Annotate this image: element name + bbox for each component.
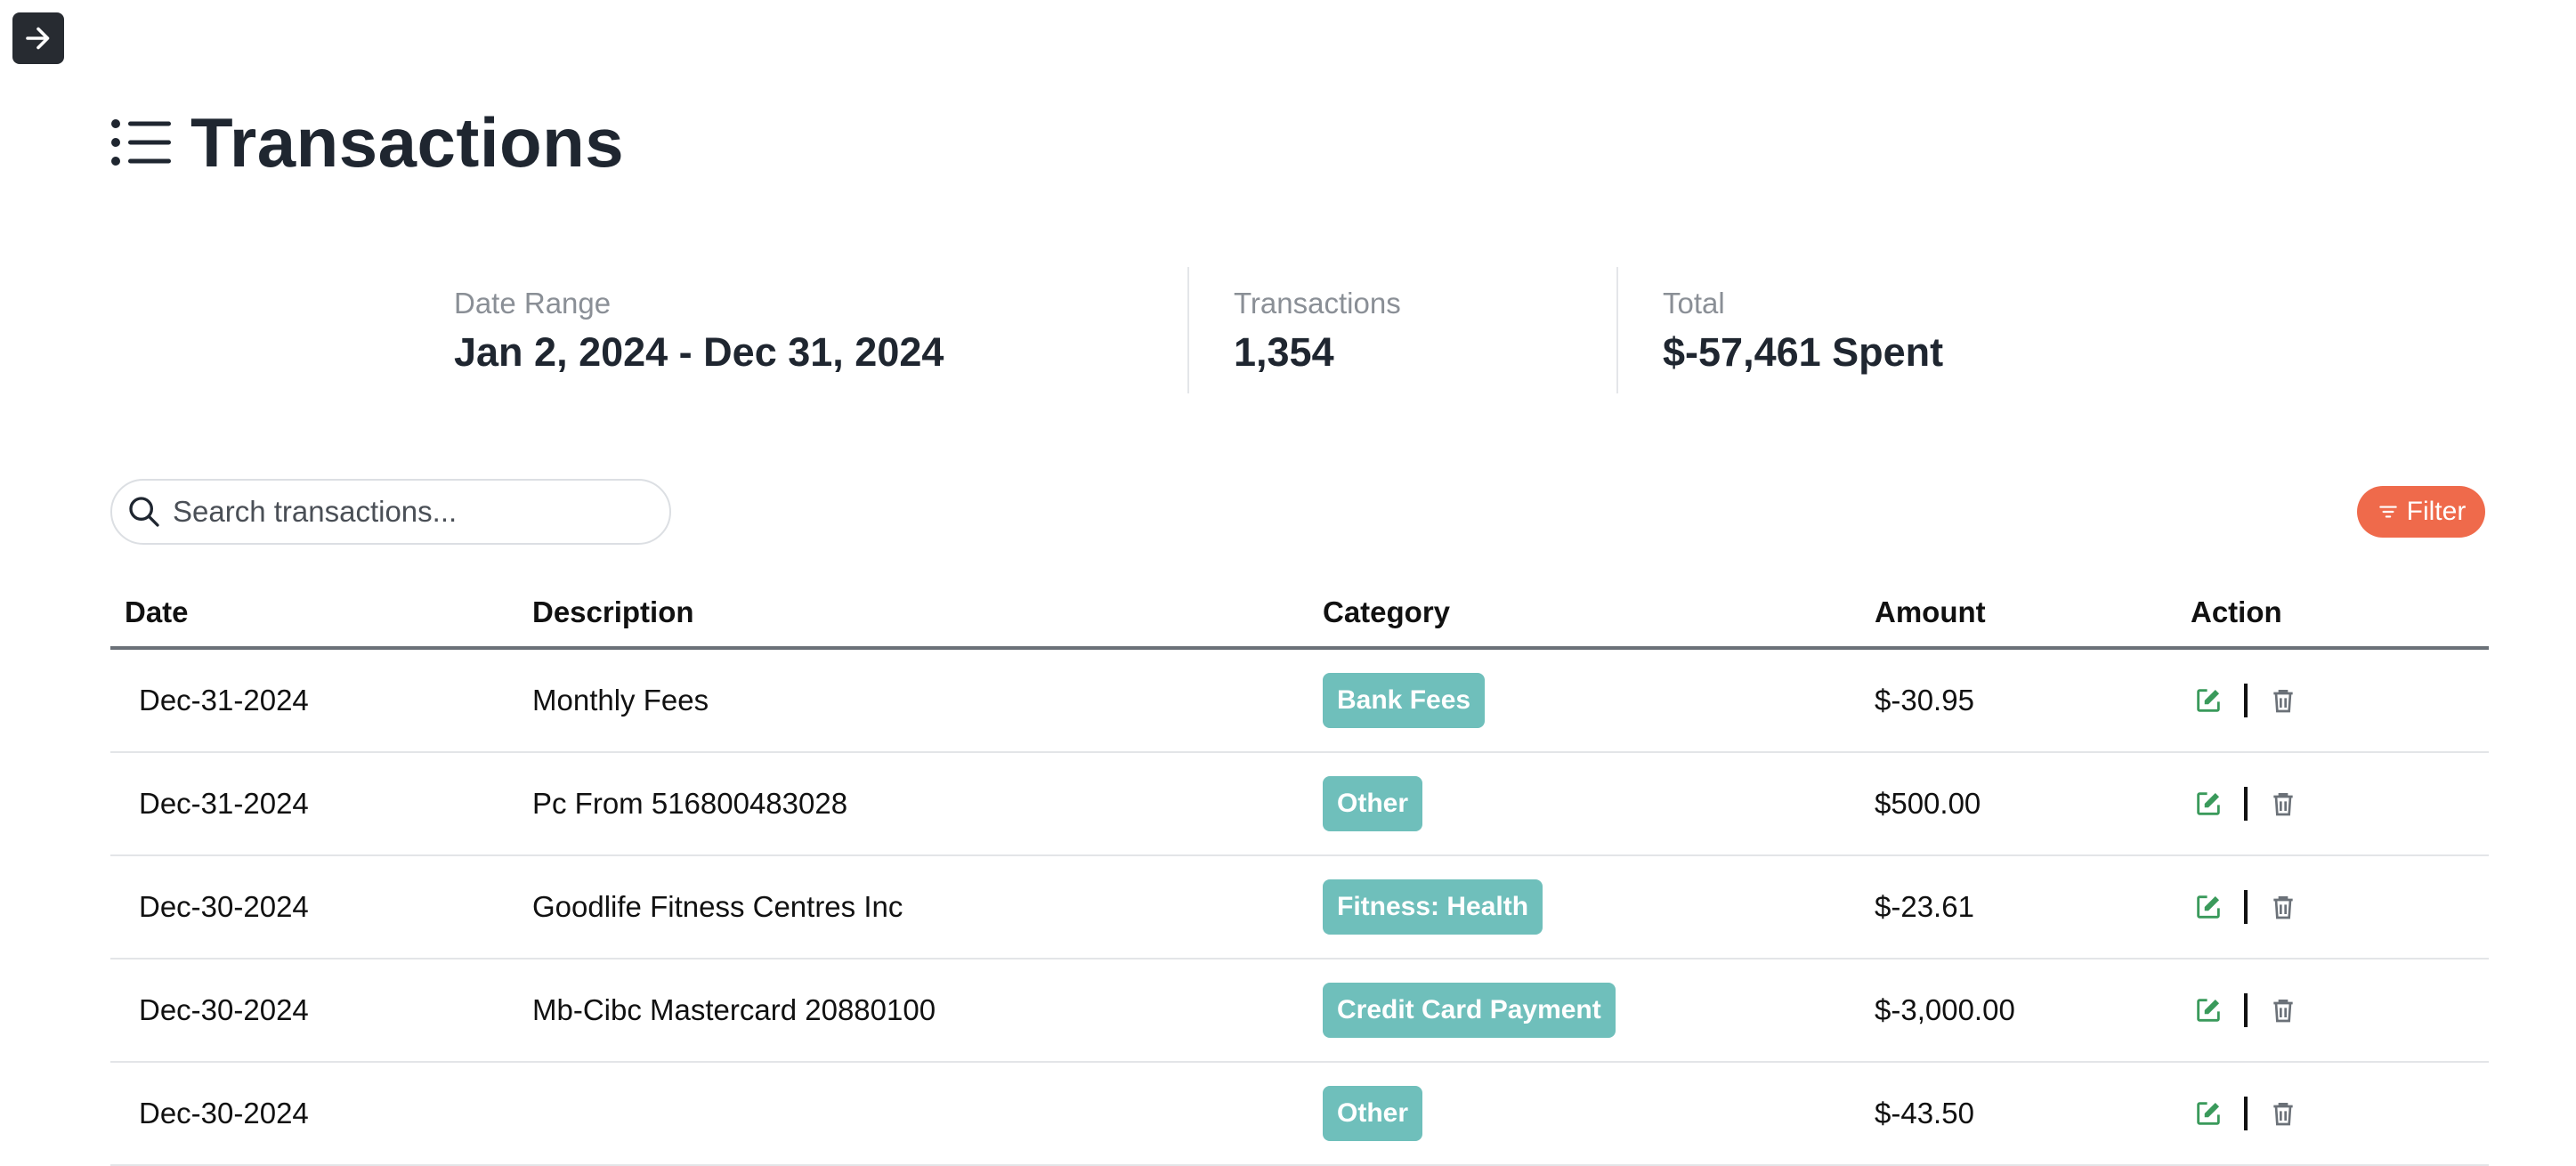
cell-action	[2191, 1062, 2489, 1166]
stat-label: Date Range	[454, 287, 612, 320]
cell-category: Other	[1323, 752, 1875, 856]
edit-icon	[2197, 999, 2220, 1022]
cell-action	[2191, 855, 2489, 960]
stat-divider	[1187, 267, 1189, 393]
cell-category: Fitness: Health	[1323, 855, 1875, 960]
cell-date: Dec-30-2024	[110, 959, 532, 1063]
cell-description: Monthly Fees	[532, 648, 1323, 753]
action-divider	[2244, 890, 2248, 924]
search-box[interactable]	[110, 479, 671, 545]
trash-icon	[2273, 896, 2293, 919]
stat-label: Total	[1663, 287, 1725, 320]
arrow-right-icon	[26, 27, 50, 50]
cell-amount: $-30.95	[1875, 648, 2191, 753]
edit-button[interactable]	[2191, 992, 2226, 1028]
stat-date-range: Date Range Jan 2, 2024 - Dec 31, 2024	[454, 267, 944, 393]
filter-label: Filter	[2406, 497, 2467, 526]
edit-icon	[2197, 1102, 2220, 1125]
table-row[interactable]: Dec-31-2024 Monthly Fees Bank Fees $-30.…	[110, 648, 2489, 753]
category-badge[interactable]: Fitness: Health	[1323, 879, 1543, 935]
delete-button[interactable]	[2265, 683, 2301, 718]
page-header: Transactions	[110, 98, 624, 187]
summary-stats: Date Range Jan 2, 2024 - Dec 31, 2024 Tr…	[110, 267, 2489, 393]
edit-button[interactable]	[2191, 1096, 2226, 1131]
cell-action	[2191, 959, 2489, 1063]
cell-date: Dec-31-2024	[110, 648, 532, 753]
action-divider	[2244, 993, 2248, 1027]
cell-action	[2191, 648, 2489, 753]
column-header-amount[interactable]: Amount	[1875, 579, 2191, 650]
trash-icon	[2273, 690, 2293, 713]
edit-button[interactable]	[2191, 683, 2226, 718]
cell-amount: $-3,000.00	[1875, 959, 2191, 1063]
cell-description: Pc From 516800483028	[532, 752, 1323, 856]
stat-total: Total $-57,461 Spent	[1663, 267, 1943, 393]
transactions-table: Date Description Category Amount Action …	[110, 579, 2489, 1166]
table-row[interactable]: Dec-30-2024 Other $-43.50	[110, 1062, 2489, 1166]
cell-description: Mb-Cibc Mastercard 20880100	[532, 959, 1323, 1063]
edit-button[interactable]	[2191, 786, 2226, 822]
trash-icon	[2273, 1103, 2293, 1126]
search-input[interactable]	[171, 494, 655, 530]
table-header-row: Date Description Category Amount Action	[110, 579, 2489, 650]
cell-date: Dec-31-2024	[110, 752, 532, 856]
delete-button[interactable]	[2265, 1096, 2301, 1131]
edit-button[interactable]	[2191, 889, 2226, 925]
cell-description: Goodlife Fitness Centres Inc	[532, 855, 1323, 960]
filter-icon	[2378, 506, 2397, 518]
cell-description	[532, 1062, 1323, 1166]
edit-icon	[2197, 895, 2220, 919]
edit-icon	[2197, 689, 2220, 712]
cell-category: Bank Fees	[1323, 648, 1875, 753]
cell-amount: $500.00	[1875, 752, 2191, 856]
delete-button[interactable]	[2265, 786, 2301, 822]
cell-category: Credit Card Payment	[1323, 959, 1875, 1063]
cell-action	[2191, 752, 2489, 856]
action-divider	[2244, 1097, 2248, 1130]
delete-button[interactable]	[2265, 889, 2301, 925]
stat-label: Transactions	[1234, 287, 1401, 320]
trash-icon	[2273, 793, 2293, 816]
category-badge[interactable]: Bank Fees	[1323, 673, 1486, 728]
category-badge[interactable]: Credit Card Payment	[1323, 983, 1616, 1038]
stat-value: $-57,461 Spent	[1663, 329, 1944, 375]
trash-icon	[2273, 1000, 2293, 1023]
filter-button[interactable]: Filter	[2357, 486, 2485, 538]
cell-date: Dec-30-2024	[110, 855, 532, 960]
action-divider	[2244, 787, 2248, 821]
stat-divider	[1616, 267, 1618, 393]
stat-value: 1,354	[1234, 329, 1334, 375]
cell-amount: $-23.61	[1875, 855, 2191, 960]
cell-date: Dec-30-2024	[110, 1062, 532, 1166]
stat-value: Jan 2, 2024 - Dec 31, 2024	[454, 329, 944, 375]
category-badge[interactable]: Other	[1323, 776, 1423, 831]
action-divider	[2244, 684, 2248, 717]
column-header-description[interactable]: Description	[532, 579, 1323, 650]
search-icon	[129, 497, 159, 527]
category-badge[interactable]: Other	[1323, 1086, 1423, 1141]
table-row[interactable]: Dec-31-2024 Pc From 516800483028 Other $…	[110, 752, 2489, 856]
column-header-category[interactable]: Category	[1323, 579, 1875, 650]
cell-category: Other	[1323, 1062, 1875, 1166]
table-row[interactable]: Dec-30-2024 Mb-Cibc Mastercard 20880100 …	[110, 959, 2489, 1063]
edit-icon	[2197, 792, 2220, 815]
list-icon	[111, 119, 171, 166]
cell-amount: $-43.50	[1875, 1062, 2191, 1166]
column-header-date[interactable]: Date	[110, 579, 532, 650]
delete-button[interactable]	[2265, 992, 2301, 1028]
column-header-action: Action	[2191, 579, 2489, 650]
table-row[interactable]: Dec-30-2024 Goodlife Fitness Centres Inc…	[110, 855, 2489, 960]
page-title: Transactions	[190, 102, 625, 182]
expand-sidebar-button[interactable]	[12, 12, 64, 64]
stat-transactions: Transactions 1,354	[1234, 267, 1401, 393]
